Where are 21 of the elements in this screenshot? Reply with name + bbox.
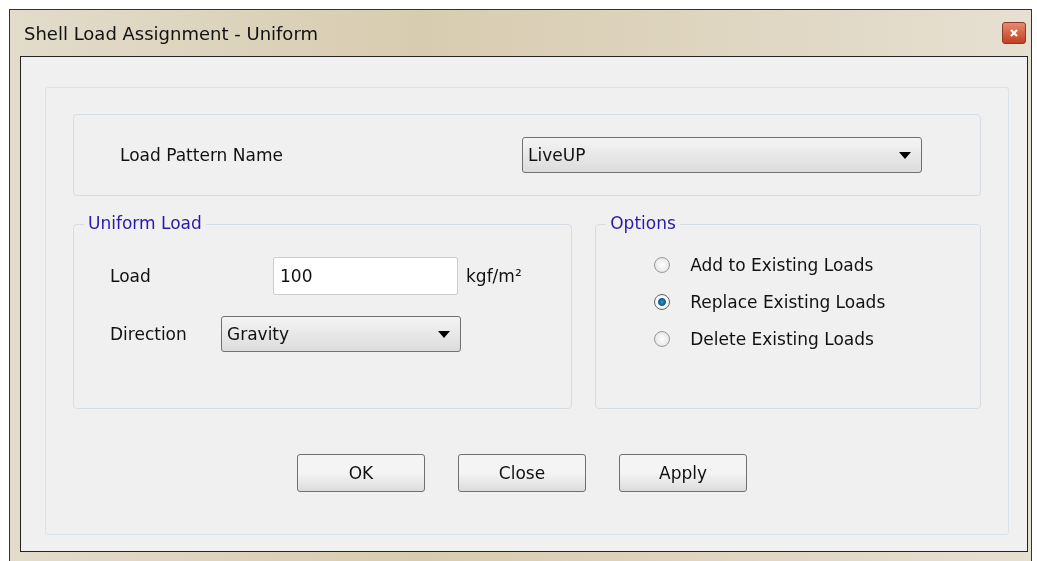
group-title: Options (606, 213, 680, 233)
radio-label[interactable]: Replace Existing Loads (690, 292, 886, 312)
load-pattern-dropdown[interactable]: LiveUP (522, 137, 922, 173)
radio-button[interactable] (654, 294, 671, 310)
field-label: Load (110, 266, 152, 286)
radio-label[interactable]: Delete Existing Loads (690, 329, 874, 349)
unit-label: kgf/m² (466, 266, 522, 286)
radio-button[interactable] (654, 257, 671, 273)
radio-label[interactable]: Add to Existing Loads (690, 255, 874, 275)
load-input[interactable]: 100 (273, 257, 458, 295)
close-icon[interactable] (1002, 22, 1026, 44)
dialog-button[interactable]: OK (297, 454, 425, 492)
caret-icon (899, 151, 911, 159)
field-label: Direction (110, 324, 188, 344)
window-title: Shell Load Assignment - Uniform (23, 22, 318, 44)
radio-button[interactable] (654, 331, 671, 347)
dialog-button[interactable]: Apply (619, 454, 747, 492)
dialog-button[interactable]: Close (458, 454, 586, 492)
direction-dropdown[interactable]: Gravity (221, 316, 461, 352)
field-label: Load Pattern Name (120, 145, 284, 165)
caret-icon (438, 330, 450, 338)
